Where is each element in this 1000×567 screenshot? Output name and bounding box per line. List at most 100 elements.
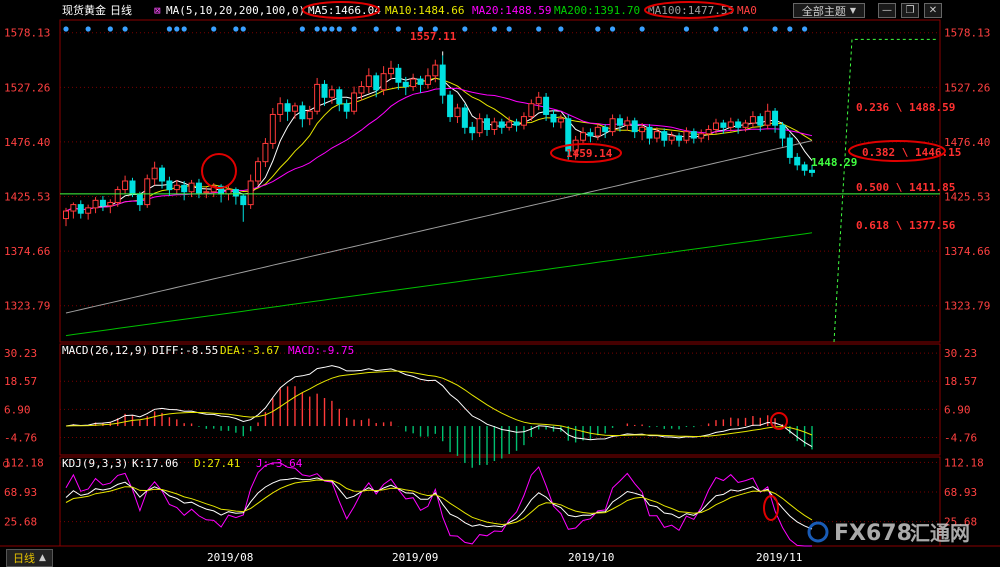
- price-label-left-4: 1374.66: [4, 245, 50, 258]
- candle-body-83: [676, 135, 683, 141]
- signal-dot-4: [166, 26, 173, 32]
- candle-body-67: [557, 118, 564, 123]
- restore-icon[interactable]: ❐: [901, 3, 919, 18]
- price-label-left-1: 1527.26: [4, 81, 50, 94]
- period-label: 日线: [110, 3, 132, 17]
- macd-label-left-0: 30.23: [4, 347, 37, 360]
- candle-body-63: [528, 103, 535, 118]
- candle-body-38: [343, 103, 350, 112]
- moving-average-lines: [65, 77, 813, 337]
- candle-body-85: [690, 131, 697, 139]
- candle-body-41: [365, 75, 372, 88]
- candle-body-88: [712, 122, 719, 130]
- candle-body-40: [358, 86, 365, 94]
- candle-body-45: [395, 67, 402, 83]
- date-label-oct: 2019/10: [568, 551, 614, 564]
- candle-body-57: [484, 118, 491, 130]
- candle-body-95: [764, 110, 771, 126]
- candle-body-6: [107, 201, 114, 207]
- fib-0618-label: 0.618 \ 1377.56: [856, 219, 956, 232]
- watermark-text: FX678: [834, 521, 912, 546]
- kdj-panel-plot: [65, 462, 813, 547]
- signal-dot-3: [122, 26, 128, 32]
- signal-dot-9: [240, 26, 246, 32]
- candle-body-39: [351, 92, 358, 112]
- candle-body-89: [720, 122, 727, 128]
- candle-body-86: [698, 133, 705, 139]
- period-tab-daily[interactable]: 日线 ▲: [6, 549, 53, 567]
- signal-dot-17: [395, 26, 401, 32]
- breakout-highlight-circle: [201, 153, 237, 189]
- macd-dea-value: DEA:-3.67: [220, 344, 280, 357]
- ma20-value: MA20:1488.59: [472, 4, 551, 17]
- candle-body-70: [580, 132, 587, 141]
- macd-label-right-0: 30.23: [944, 347, 977, 360]
- candlestick-series: [63, 55, 815, 227]
- ma200-value: MA200:1391.70: [554, 4, 640, 17]
- ma20-line: [65, 87, 813, 212]
- price-label-left-5: 1323.79: [4, 300, 50, 313]
- kdj-label-right-0: 112.18: [944, 456, 984, 469]
- candle-body-75: [616, 118, 623, 126]
- candle-body-16: [181, 184, 188, 193]
- candle-body-54: [461, 107, 468, 128]
- signal-dot-25: [595, 26, 601, 32]
- candle-body-14: [166, 180, 173, 191]
- candle-body-87: [705, 128, 712, 135]
- candle-body-72: [594, 126, 601, 137]
- candle-body-74: [609, 118, 616, 133]
- grid-lines: [60, 32, 940, 523]
- candle-body-33: [306, 110, 313, 120]
- candle-body-4: [92, 199, 99, 209]
- signal-dot-12: [321, 26, 328, 32]
- candle-body-24: [240, 195, 247, 206]
- fx678-watermark: FX678 汇通网: [807, 521, 970, 546]
- macd-label-left-2: 6.90: [4, 403, 31, 416]
- kdj-j-value: J:-3.64: [256, 457, 303, 470]
- candle-body-100: [801, 164, 808, 171]
- candle-body-99: [794, 156, 801, 166]
- theme-button-label: 全部主题: [801, 4, 846, 18]
- last-price-label: 1448.29: [811, 156, 857, 169]
- candle-body-71: [587, 132, 594, 137]
- kdj-label-left-0: 112.18: [4, 456, 44, 469]
- candle-body-23: [232, 189, 239, 197]
- candle-body-28: [269, 113, 276, 144]
- candle-body-93: [749, 116, 756, 124]
- candle-body-26: [255, 161, 262, 182]
- kdj-highlight-circle: [763, 495, 779, 521]
- signal-dot-26: [609, 26, 616, 32]
- signal-dot-31: [772, 26, 778, 32]
- candle-body-64: [535, 96, 542, 105]
- candle-body-19: [203, 191, 210, 194]
- candle-body-37: [336, 89, 343, 105]
- signal-dot-28: [683, 26, 690, 32]
- date-label-aug: 2019/08: [207, 551, 253, 564]
- ma10-value: MA10:1484.66: [385, 4, 464, 17]
- candle-body-94: [757, 116, 764, 126]
- minimize-icon[interactable]: —: [878, 3, 896, 18]
- kdj-d-value: D:27.41: [194, 457, 240, 470]
- candle-body-48: [417, 78, 424, 85]
- candle-body-47: [410, 78, 417, 88]
- macd-params: MACD(26,12,9): [62, 344, 148, 357]
- theme-select-button[interactable]: 全部主题 ▼: [793, 3, 865, 18]
- ma200-line: [65, 232, 813, 337]
- macd-hist-value: MACD:-9.75: [288, 344, 354, 357]
- close-icon[interactable]: ✕: [924, 3, 942, 18]
- signal-dot-23: [536, 26, 542, 32]
- date-label-sep: 2019/09: [392, 551, 438, 564]
- candle-body-51: [439, 64, 446, 96]
- fib-0236-label: 0.236 \ 1488.59: [856, 101, 955, 114]
- candle-body-66: [550, 113, 557, 123]
- kdj-j-line: [65, 462, 812, 547]
- ma5-line: [65, 77, 813, 212]
- candle-body-101: [809, 169, 815, 173]
- macd-label-right-3: -4.76: [944, 432, 977, 445]
- signal-dot-22: [506, 26, 512, 32]
- candle-body-13: [159, 167, 166, 182]
- kdj-k-value: K:17.06: [132, 457, 178, 470]
- macd-diff-value: DIFF:-8.55: [152, 344, 218, 357]
- signal-dot-29: [713, 26, 719, 32]
- candle-body-25: [247, 180, 254, 206]
